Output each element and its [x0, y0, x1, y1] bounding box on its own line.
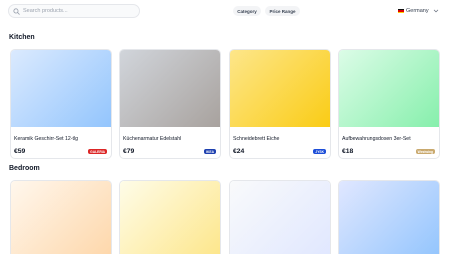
product-image [11, 181, 111, 254]
product-card[interactable]: Aufbewahrungsdosen 3er-Set €18 Westwing [338, 49, 440, 159]
product-image [230, 50, 330, 127]
product-card[interactable]: Schneidebrett Eiche €24 JYSK [229, 49, 331, 159]
product-card[interactable] [229, 180, 331, 254]
product-image [339, 181, 439, 254]
search-input[interactable] [23, 6, 139, 16]
country-selector[interactable]: Germany [398, 6, 439, 16]
country-label: Germany [406, 8, 429, 14]
product-price: €24 [233, 148, 245, 155]
category-filter-button[interactable]: Category [233, 6, 261, 16]
section-title-bedroom: Bedroom [9, 165, 40, 172]
chevron-down-icon [433, 9, 438, 13]
product-card[interactable]: Küchenarmatur Edelstahl €79 IKEA [119, 49, 221, 159]
product-image [120, 181, 220, 254]
product-image [339, 50, 439, 127]
germany-flag-icon [398, 9, 404, 13]
section-title-kitchen: Kitchen [9, 34, 35, 41]
search-bar[interactable] [8, 4, 140, 18]
product-price: €79 [123, 148, 135, 155]
product-name: Keramik Geschirr-Set 12-tlg [14, 136, 78, 142]
product-card[interactable] [119, 180, 221, 254]
flag-stripe [398, 11, 404, 13]
product-price: €59 [14, 148, 26, 155]
product-image [120, 50, 220, 127]
product-name: Schneidebrett Eiche [233, 136, 280, 142]
product-image [11, 50, 111, 127]
product-card[interactable] [338, 180, 440, 254]
price-range-filter-button[interactable]: Price Range [265, 6, 300, 16]
product-card[interactable] [10, 180, 112, 254]
search-icon [13, 7, 20, 15]
product-name: Aufbewahrungsdosen 3er-Set [342, 136, 411, 142]
store-badge: Westwing [415, 149, 435, 154]
product-image [230, 181, 330, 254]
store-badge: GALERIA [88, 149, 107, 154]
product-card[interactable]: Keramik Geschirr-Set 12-tlg €59 GALERIA [10, 49, 112, 159]
product-price: €18 [342, 148, 354, 155]
store-badge: IKEA [204, 149, 216, 154]
top-bar: Category Price Range Germany [0, 0, 451, 22]
product-name: Küchenarmatur Edelstahl [123, 136, 182, 142]
store-badge: JYSK [313, 149, 326, 154]
